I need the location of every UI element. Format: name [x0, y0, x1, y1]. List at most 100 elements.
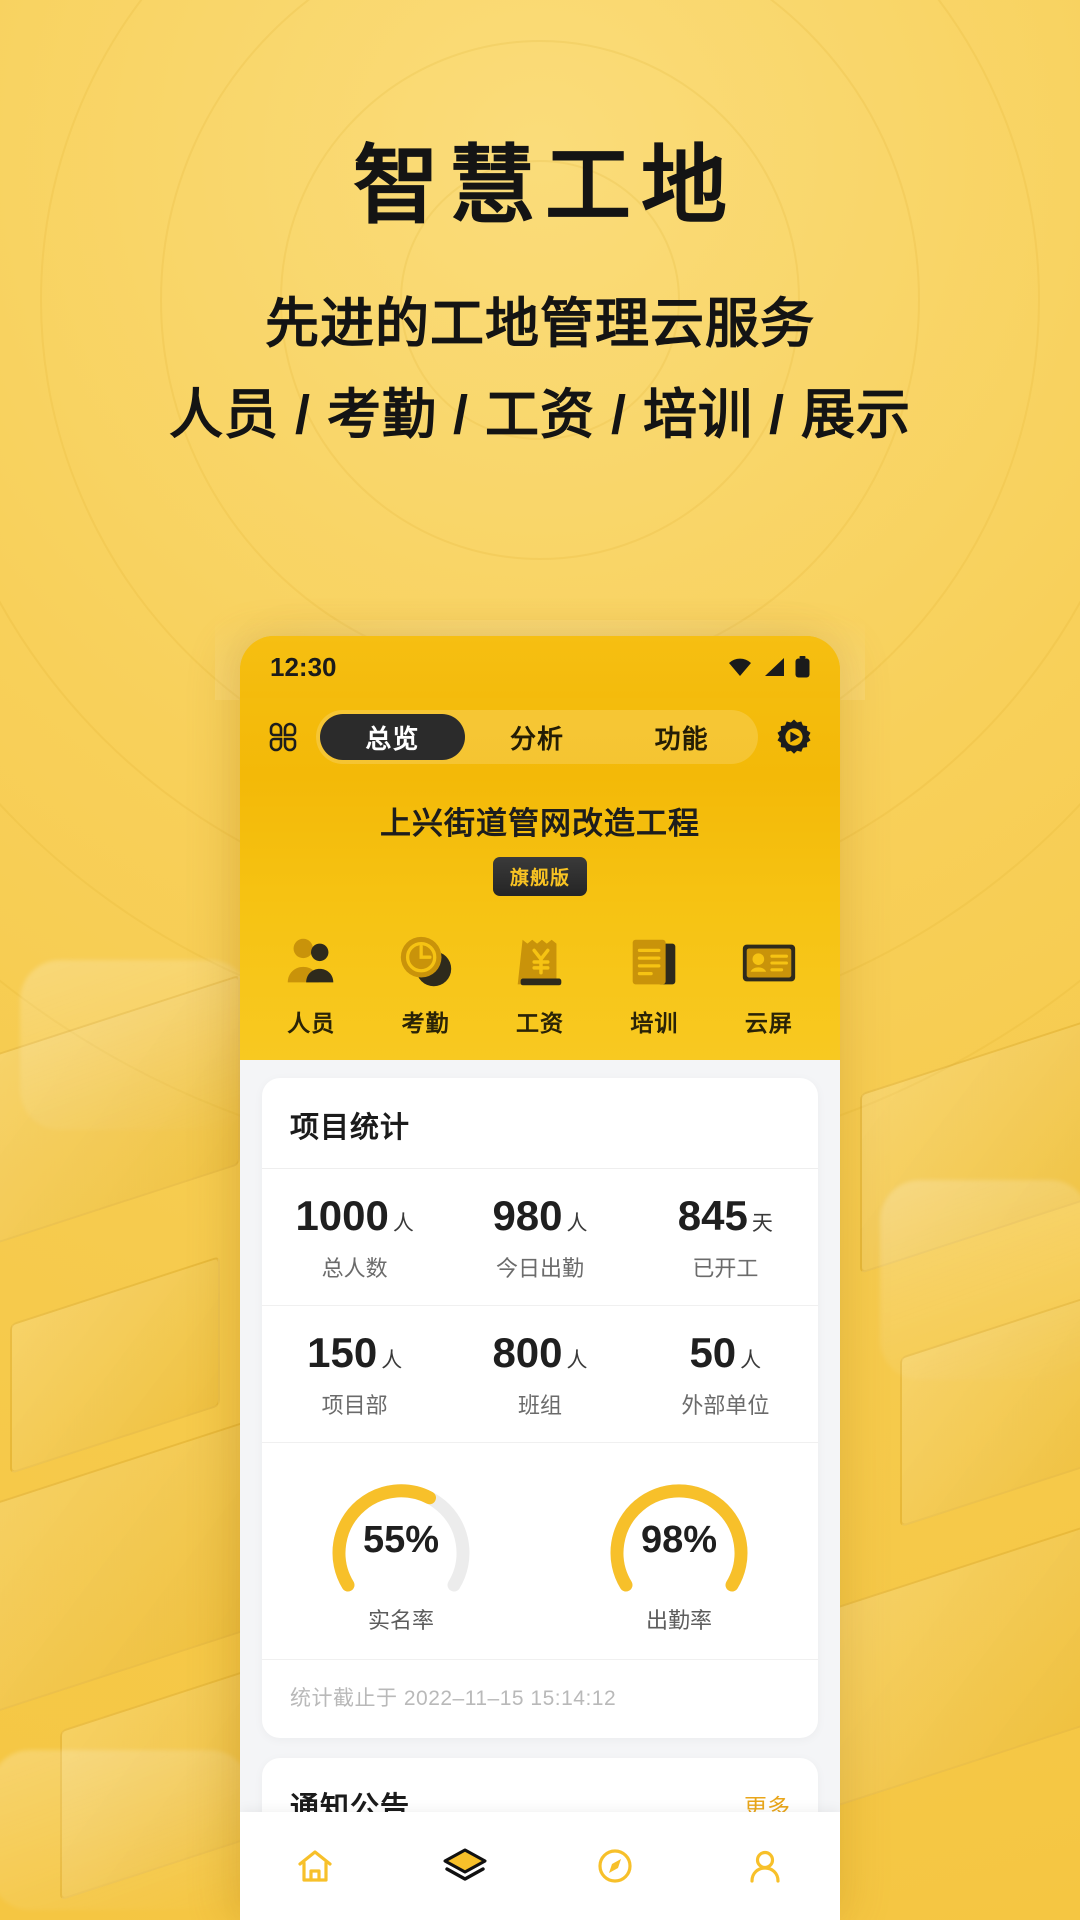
stat-external-unit-label: 外部单位 — [681, 1393, 770, 1418]
stat-unit-text: 人 — [740, 1349, 762, 1372]
statistics-footnote: 统计截止于 2022–11–15 15:14:12 — [290, 1687, 617, 1710]
tab-overview-label: 总览 — [365, 723, 420, 754]
decor-soft-shape — [880, 1180, 1080, 1380]
feature-shortcut-row: 人员 考勤 工资 培训 云屏 — [240, 906, 840, 1060]
statistics-card-title: 项目统计 — [262, 1078, 818, 1169]
nav-item-profile[interactable] — [690, 1844, 840, 1888]
project-header: 上兴街道管网改造工程 旗舰版 — [240, 776, 840, 906]
shortcut-attendance[interactable]: 考勤 — [368, 932, 482, 1038]
stat-days-started: 845 天 已开工 — [633, 1195, 818, 1283]
gauge-realname-value: 55% — [362, 1519, 440, 1561]
shortcut-cloud-screen[interactable]: 云屏 — [712, 932, 826, 1038]
stat-project-dept-value: 150 人 — [262, 1332, 447, 1374]
decor-soft-shape — [0, 1750, 250, 1910]
stat-unit-text: 人 — [381, 1349, 403, 1372]
statistics-gauge-row: 55% 实名率 98% 出勤率 — [262, 1443, 818, 1660]
stat-unit-text: 人 — [566, 1349, 588, 1372]
gauge-attendance-ring: 98% — [604, 1473, 754, 1597]
stat-unit-text: 人 — [392, 1212, 414, 1235]
shortcut-payroll-label: 工资 — [516, 1010, 565, 1036]
gauge-realname-ring: 55% — [326, 1473, 476, 1597]
statistics-row-2: 150 人 项目部 800 人 班组 50 人 外部单位 — [262, 1306, 818, 1443]
project-edition-badge: 旗舰版 — [492, 857, 587, 896]
layers-icon — [443, 1848, 487, 1881]
decor-soft-shape — [20, 960, 250, 1130]
shortcut-attendance-label: 考勤 — [401, 1010, 450, 1036]
status-bar: 12:30 — [240, 636, 840, 698]
shortcut-cloud-screen-label: 云屏 — [744, 1010, 793, 1036]
gauge-realname-label: 实名率 — [367, 1608, 434, 1633]
shortcut-training-label: 培训 — [630, 1010, 679, 1036]
stat-unit-text: 人 — [566, 1212, 588, 1235]
phone-scroll-body[interactable]: 项目统计 1000 人 总人数 980 人 今日出勤 845 天 已开工 150… — [240, 1060, 840, 1920]
poster-title: 智慧工地 — [353, 138, 737, 234]
decor-iso-shape — [830, 1511, 1080, 1809]
stat-value-text: 845 — [677, 1192, 748, 1239]
stat-days-started-label: 已开工 — [692, 1256, 759, 1281]
tab-functions-label: 功能 — [654, 723, 709, 754]
tab-functions[interactable]: 功能 — [609, 714, 754, 760]
battery-icon — [795, 656, 810, 678]
gauge-attendance-label: 出勤率 — [645, 1608, 712, 1633]
nav-item-projects[interactable] — [390, 1844, 540, 1888]
wifi-icon — [729, 658, 751, 676]
statistics-row-1: 1000 人 总人数 980 人 今日出勤 845 天 已开工 — [262, 1169, 818, 1306]
bottom-navigation-bar — [240, 1812, 840, 1920]
stat-value-text: 800 — [492, 1329, 563, 1376]
attendance-clock-icon — [400, 936, 451, 987]
stat-external-unit: 50 人 外部单位 — [633, 1332, 818, 1420]
stat-work-team-label: 班组 — [517, 1393, 562, 1418]
gauge-realname-rate: 55% 实名率 — [262, 1473, 540, 1635]
stat-today-attendance-label: 今日出勤 — [495, 1256, 584, 1281]
statistics-card-title-text: 项目统计 — [290, 1112, 411, 1144]
gauge-attendance-rate: 98% 出勤率 — [540, 1473, 818, 1635]
grid-icon — [269, 722, 297, 752]
top-tab-bar: 总览 分析 功能 — [240, 698, 840, 776]
poster-subtitle-line1: 先进的工地管理云服务 — [265, 293, 815, 354]
shortcut-people-label: 人员 — [287, 1010, 336, 1036]
stat-days-started-value: 845 天 — [633, 1195, 818, 1237]
tab-switcher: 总览 分析 功能 — [316, 710, 758, 764]
user-icon — [750, 1850, 780, 1883]
settings-button[interactable] — [766, 717, 822, 757]
stat-project-dept: 150 人 项目部 — [262, 1332, 447, 1420]
status-bar-time: 12:30 — [270, 651, 337, 682]
shortcut-people[interactable]: 人员 — [254, 932, 368, 1038]
nav-item-discover[interactable] — [540, 1844, 690, 1888]
payroll-receipt-icon — [517, 939, 562, 986]
stat-value-text: 980 — [492, 1192, 563, 1239]
shortcut-payroll[interactable]: 工资 — [483, 932, 597, 1038]
poster-subtitle-line2: 人员 / 考勤 / 工资 / 培训 / 展示 — [168, 384, 912, 445]
status-bar-icons — [727, 656, 810, 678]
stat-work-team-value: 800 人 — [447, 1332, 632, 1374]
gauge-attendance-value: 98% — [640, 1519, 718, 1561]
stat-external-unit-value: 50 人 — [633, 1332, 818, 1374]
stat-total-people: 1000 人 总人数 — [262, 1195, 447, 1283]
compass-icon — [598, 1849, 632, 1883]
stat-today-attendance: 980 人 今日出勤 — [447, 1195, 632, 1283]
project-title: 上兴街道管网改造工程 — [380, 806, 700, 841]
tab-analysis-label: 分析 — [510, 723, 565, 754]
stat-work-team: 800 人 班组 — [447, 1332, 632, 1420]
signal-icon — [765, 658, 784, 676]
nav-item-home[interactable] — [240, 1844, 390, 1888]
poster-headline: 智慧工地 先进的工地管理云服务 人员 / 考勤 / 工资 / 培训 / 展示 — [0, 0, 1080, 449]
stat-value-text: 150 — [307, 1329, 378, 1376]
people-icon — [287, 938, 334, 983]
grid-menu-button[interactable] — [258, 720, 308, 754]
stat-total-people-value: 1000 人 — [262, 1195, 447, 1237]
tab-overview[interactable]: 总览 — [320, 714, 465, 760]
project-statistics-card: 项目统计 1000 人 总人数 980 人 今日出勤 845 天 已开工 150… — [262, 1078, 818, 1738]
phone-mockup: 12:30 总览 分析 功能 上兴街道管网改造工程 旗舰版 人员 考勤 工资 培… — [240, 636, 840, 1920]
stat-project-dept-label: 项目部 — [321, 1393, 388, 1418]
tab-analysis[interactable]: 分析 — [465, 714, 610, 760]
gear-icon — [777, 719, 811, 754]
stat-total-people-label: 总人数 — [321, 1256, 388, 1281]
training-book-icon — [633, 939, 676, 985]
shortcut-training[interactable]: 培训 — [597, 932, 711, 1038]
stat-today-attendance-value: 980 人 — [447, 1195, 632, 1237]
cloud-screen-icon — [742, 944, 795, 982]
stat-unit-text: 天 — [751, 1212, 773, 1235]
home-icon — [298, 1850, 332, 1882]
stat-value-text: 50 — [689, 1329, 737, 1376]
